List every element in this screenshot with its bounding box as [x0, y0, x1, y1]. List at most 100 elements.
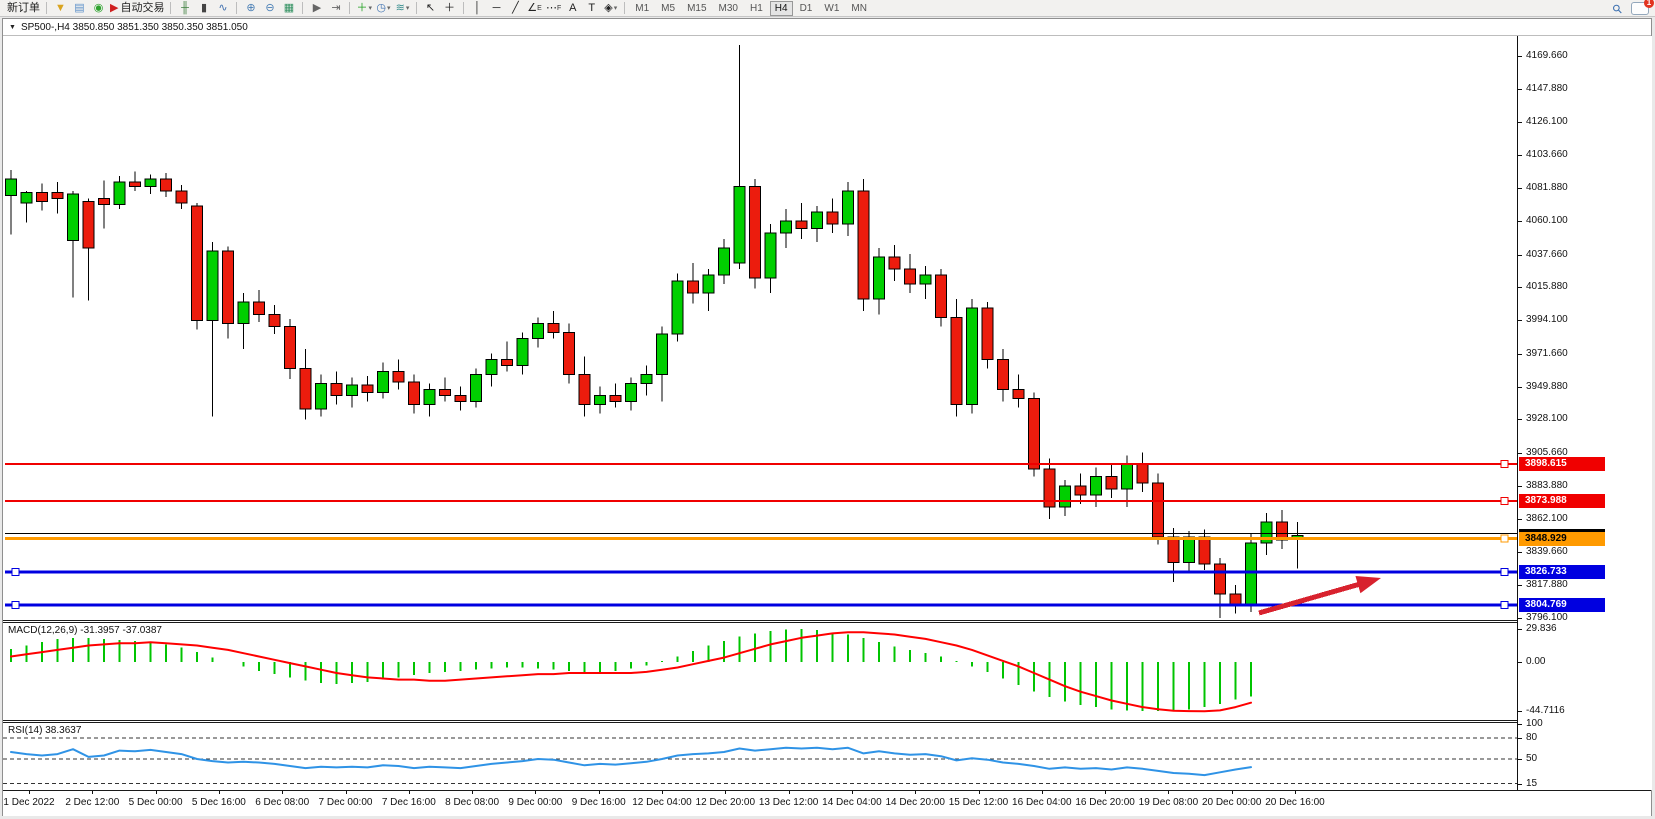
chevron-down-icon: ▾ — [368, 1, 372, 16]
line-anchor-handle[interactable] — [12, 601, 19, 608]
candle — [99, 198, 110, 204]
candlestick-icon[interactable]: ▮ — [194, 1, 213, 16]
time-axis-tick — [1232, 791, 1233, 794]
toolbar-separator — [170, 2, 171, 14]
line-anchor-handle[interactable] — [1501, 568, 1508, 575]
symbol-dropdown-icon[interactable]: ▼ — [9, 24, 16, 31]
crosshair-icon[interactable]: ＋ — [440, 1, 459, 16]
candle — [1013, 389, 1024, 398]
time-axis-label: 12 Dec 20:00 — [696, 797, 756, 808]
autotrade-button[interactable]: ▶自动交易 — [108, 1, 166, 16]
timeframe-button-M30[interactable]: M30 — [714, 1, 743, 16]
toolbar-separator — [349, 2, 350, 14]
text-icon[interactable]: A — [563, 1, 582, 16]
ohlc-bars-icon[interactable]: ╫ — [175, 1, 194, 16]
toolbar-separator — [463, 2, 464, 14]
candlestick-plot — [3, 36, 1517, 620]
fibonacci-icon[interactable]: ⋯F — [544, 1, 563, 16]
time-axis-label: 15 Dec 12:00 — [949, 797, 1009, 808]
arrows-icon[interactable]: ◈▾ — [601, 1, 620, 16]
tile-windows-icon[interactable]: ▦ — [279, 1, 298, 16]
timeframe-button-H4[interactable]: H4 — [770, 1, 793, 16]
price-tick-label: 3862.100 — [1518, 513, 1568, 525]
candle — [517, 338, 528, 365]
candle — [641, 374, 652, 383]
chevron-down-icon: ▾ — [614, 1, 618, 16]
timeframe-button-W1[interactable]: W1 — [819, 1, 844, 16]
candle — [1075, 486, 1086, 495]
search-icon[interactable]: ⚲ — [1610, 0, 1626, 16]
macd-axis-label: 29.836 — [1518, 623, 1557, 635]
rsi-panel[interactable]: RSI(14) 38.3637 — [3, 723, 1517, 790]
new-chart-icon[interactable]: ＋▾ — [354, 1, 374, 16]
candle — [1122, 465, 1133, 489]
line-anchor-handle[interactable] — [1501, 497, 1508, 504]
time-axis-tick — [1042, 791, 1043, 794]
candle — [858, 191, 869, 299]
time-axis-tick — [156, 791, 157, 794]
time-axis-label: 6 Dec 08:00 — [255, 797, 309, 808]
time-axis[interactable]: 1 Dec 20222 Dec 12:005 Dec 00:005 Dec 16… — [3, 790, 1651, 816]
signal-icon[interactable]: ◉ — [89, 1, 108, 16]
time-axis-tick — [1105, 791, 1106, 794]
periods-icon[interactable]: ◷▾ — [374, 1, 393, 16]
candle — [316, 383, 327, 409]
candle — [719, 248, 730, 275]
chart-title-bar[interactable]: ▼ SP500-,H4 3850.850 3851.350 3850.350 3… — [3, 19, 1651, 36]
candle — [37, 192, 48, 201]
line-anchor-handle[interactable] — [12, 568, 19, 575]
time-axis-tick — [1295, 791, 1296, 794]
line-anchor-handle[interactable] — [1501, 535, 1508, 542]
chart-shift-icon[interactable]: ⇥ — [326, 1, 345, 16]
timeframe-button-D1[interactable]: D1 — [795, 1, 818, 16]
trendline-icon[interactable]: ╱ — [506, 1, 525, 16]
candle — [548, 323, 559, 332]
candle — [672, 281, 683, 334]
time-axis-tick — [662, 791, 663, 794]
price-tick-label: 3949.880 — [1518, 381, 1568, 393]
timeframe-button-H1[interactable]: H1 — [745, 1, 768, 16]
toolbar-separator — [302, 2, 303, 14]
toolbar-separator — [236, 2, 237, 14]
time-axis-tick — [725, 791, 726, 794]
price-axis[interactable]: 4169.6604147.8804126.1004103.6604081.880… — [1517, 36, 1652, 790]
price-tick-label: 4126.100 — [1518, 116, 1568, 128]
time-axis-tick — [852, 791, 853, 794]
cursor-icon[interactable]: ↖ — [421, 1, 440, 16]
line-chart-icon[interactable]: ∿ — [213, 1, 232, 16]
horizontal-line-icon[interactable]: ─ — [487, 1, 506, 16]
time-axis-label: 12 Dec 04:00 — [632, 797, 692, 808]
funnel-icon[interactable]: ▼ — [51, 1, 70, 16]
line-anchor-handle[interactable] — [1501, 601, 1508, 608]
timeframe-button-M5[interactable]: M5 — [656, 1, 680, 16]
market-depth-icon[interactable]: ▤ — [70, 1, 89, 16]
price-tick-label: 3883.880 — [1518, 480, 1568, 492]
price-tick-label: 4060.100 — [1518, 215, 1568, 227]
timeframe-button-M1[interactable]: M1 — [630, 1, 654, 16]
timeframe-button-M15[interactable]: M15 — [682, 1, 711, 16]
templates-icon[interactable]: ≋▾ — [393, 1, 412, 16]
trend-arrow[interactable] — [1259, 583, 1364, 613]
text-label-icon[interactable]: T — [582, 1, 601, 16]
chevron-down-icon: ▾ — [387, 1, 391, 16]
main-chart-panel[interactable] — [3, 36, 1517, 620]
candle — [533, 323, 544, 338]
macd-panel[interactable]: MACD(12,26,9) -31.3957 -37.0387 — [3, 623, 1517, 720]
macd-axis-label: 0.00 — [1518, 656, 1545, 668]
time-axis-label: 5 Dec 00:00 — [129, 797, 183, 808]
toolbar: 新订单 ▼▤◉▶自动交易 ╫▮∿ ⊕⊖▦ ▶⇥ ＋▾◷▾≋▾ ↖＋ │─╱∠E⋯FAT◈▾ M1… — [0, 0, 1655, 17]
vertical-line-icon[interactable]: │ — [468, 1, 487, 16]
notifications-icon[interactable]: 1 — [1631, 2, 1649, 15]
timeframe-button-MN[interactable]: MN — [846, 1, 872, 16]
trend-arrow-head[interactable] — [1355, 576, 1381, 593]
zoom-in-icon[interactable]: ⊕ — [241, 1, 260, 16]
candle — [765, 233, 776, 278]
zoom-out-icon[interactable]: ⊖ — [260, 1, 279, 16]
equidistant-channel-icon[interactable]: ∠E — [525, 1, 544, 16]
chart-title: SP500-,H4 3850.850 3851.350 3850.350 385… — [21, 22, 248, 33]
time-axis-label: 13 Dec 12:00 — [759, 797, 819, 808]
new-order-button[interactable]: 新订单 — [3, 1, 42, 16]
line-anchor-handle[interactable] — [1501, 460, 1508, 467]
candle — [331, 383, 342, 395]
auto-scroll-icon[interactable]: ▶ — [307, 1, 326, 16]
